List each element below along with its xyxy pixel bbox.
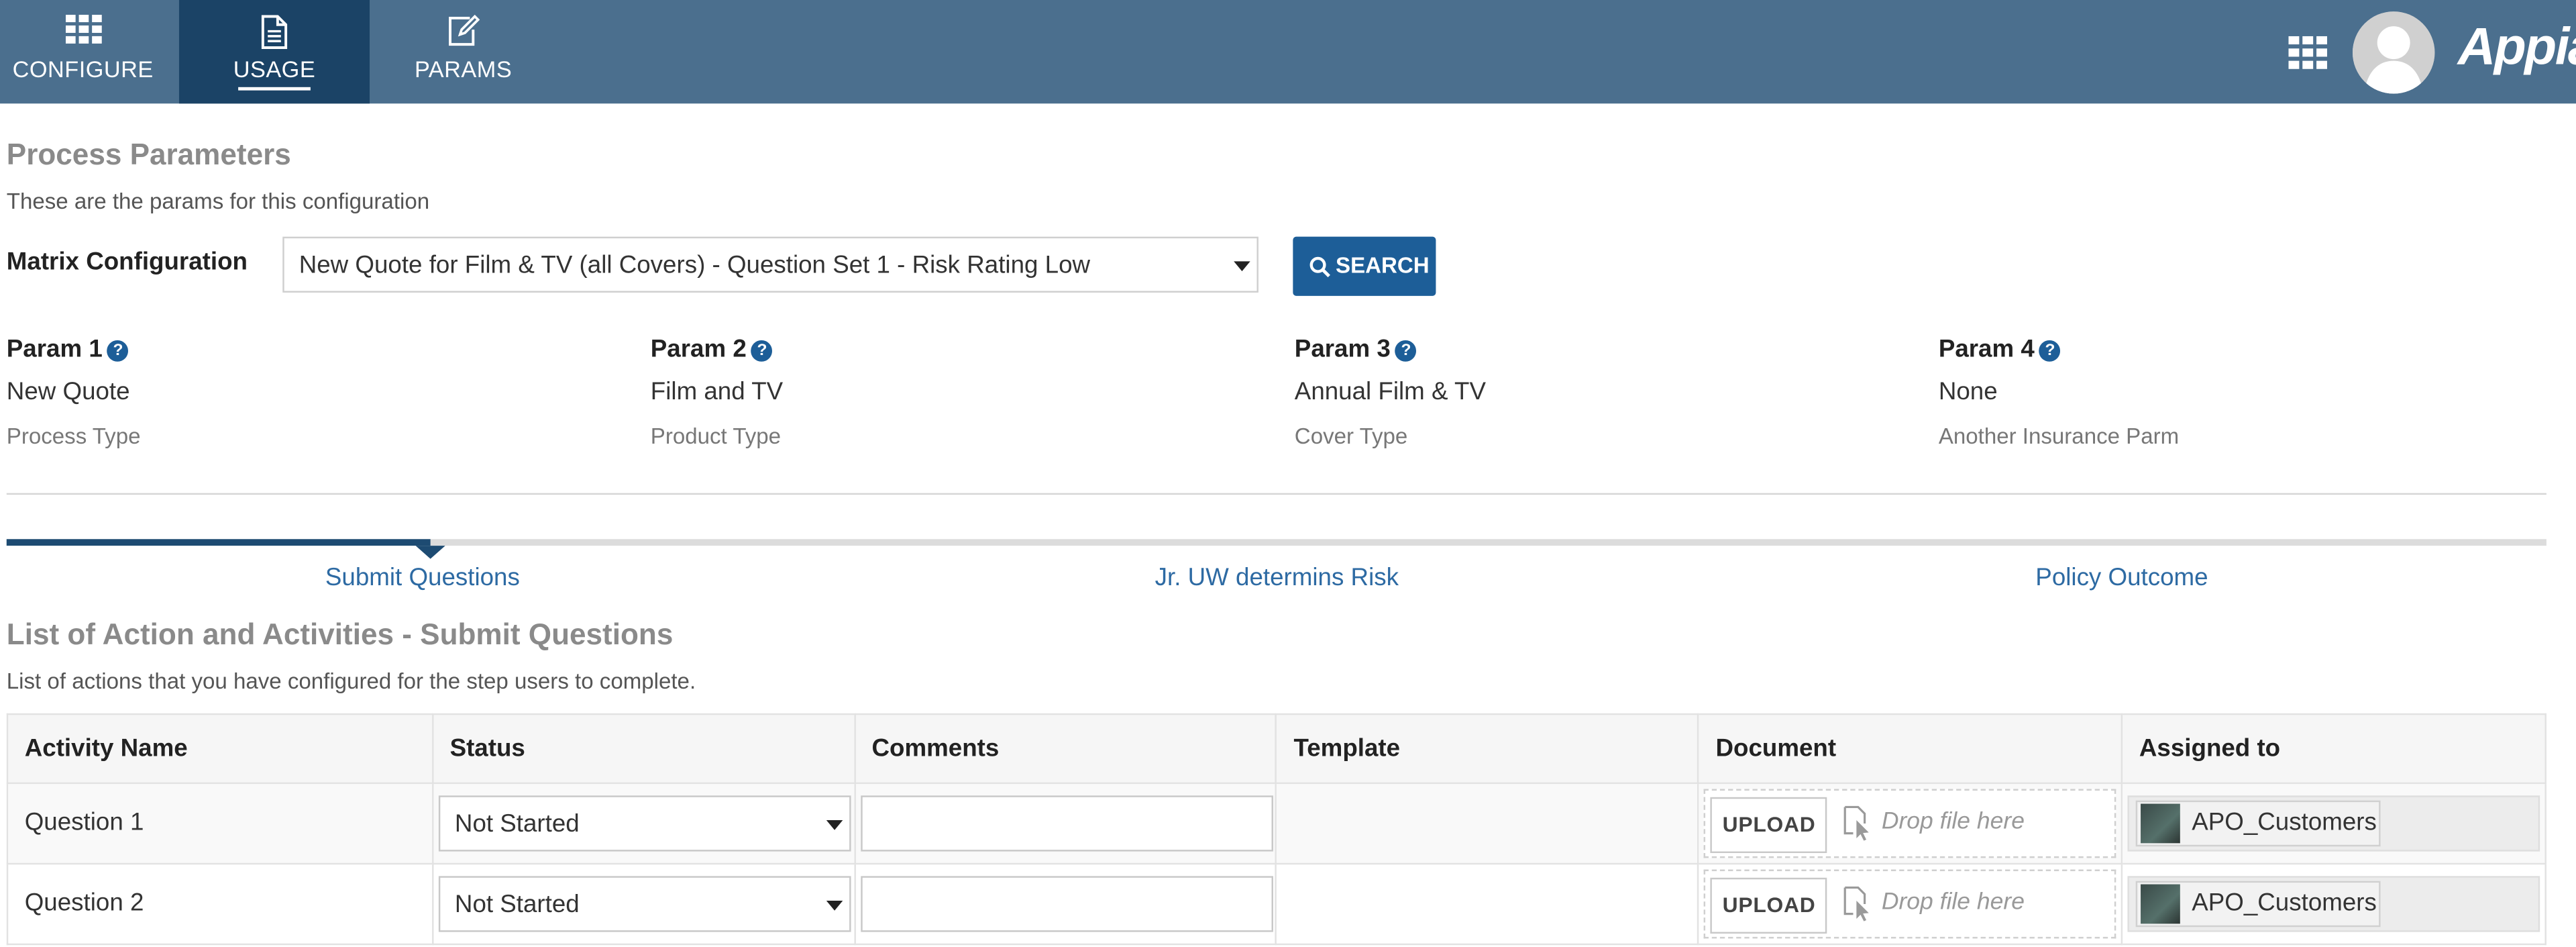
param-value: Annual Film & TV — [1294, 378, 1486, 406]
param-1: Param 1? New Quote Process Type — [6, 334, 631, 449]
tab-label: PARAMS — [414, 56, 513, 83]
chevron-down-icon — [1234, 261, 1250, 272]
divider — [6, 493, 2546, 495]
param-name: Param 4 — [1938, 335, 2035, 364]
upload-button[interactable]: UPLOAD — [1711, 797, 1828, 854]
tab-label: CONFIGURE — [12, 56, 154, 83]
group-avatar — [2141, 884, 2181, 924]
assignee-name: APO_Customers — [2192, 889, 2377, 917]
help-icon[interactable]: ? — [107, 340, 129, 362]
grid-icon — [64, 15, 101, 52]
assignee-chip[interactable]: APO_Customers — [2136, 800, 2381, 847]
milestone-step-policy-outcome[interactable]: Policy Outcome — [2035, 564, 2208, 592]
param-name: Param 2 — [650, 335, 747, 364]
table-row: Question 1 Not Started UPLOAD Drop file … — [6, 782, 2546, 865]
param-2: Param 2? Film and TV Product Type — [650, 334, 1275, 449]
assignee-chip[interactable]: APO_Customers — [2136, 881, 2381, 928]
search-icon — [1309, 256, 1331, 286]
section-subtitle: These are the params for this configurat… — [6, 189, 430, 214]
activities-grid: Activity Name Status Comments Template D… — [6, 713, 2546, 946]
assigned-to-picker[interactable]: APO_Customers — [2127, 795, 2540, 852]
group-avatar — [2141, 803, 2181, 844]
column-header-document[interactable]: Document — [1697, 713, 2123, 785]
param-value: Film and TV — [650, 378, 784, 406]
help-icon[interactable]: ? — [2039, 340, 2061, 362]
file-upload-field[interactable]: UPLOAD Drop file here — [1704, 869, 2116, 939]
tab-params[interactable]: PARAMS — [383, 0, 544, 103]
column-header-activity-name[interactable]: Activity Name — [6, 713, 434, 785]
param-description: Product Type — [650, 423, 782, 449]
param-description: Process Type — [6, 423, 141, 449]
chevron-down-icon — [826, 901, 843, 911]
top-nav-bar: CONFIGURE USAGE PARAMS Appi — [0, 0, 2576, 104]
status-dropdown[interactable]: Not Started — [438, 876, 851, 932]
search-button[interactable]: SEARCH — [1293, 236, 1436, 296]
file-upload-field[interactable]: UPLOAD Drop file here — [1704, 789, 2116, 858]
param-description: Cover Type — [1294, 423, 1408, 449]
matrix-configuration-label: Matrix Configuration — [6, 248, 248, 277]
activity-name: Question 2 — [24, 889, 144, 917]
milestone-step-submit-questions[interactable]: Submit Questions — [325, 564, 520, 592]
chevron-down-icon — [826, 820, 843, 830]
status-value: Not Started — [454, 810, 580, 838]
column-header-status[interactable]: Status — [431, 713, 856, 785]
grid-header-row: Activity Name Status Comments Template D… — [6, 713, 2546, 785]
matrix-configuration-dropdown[interactable]: New Quote for Film & TV (all Covers) - Q… — [282, 236, 1258, 293]
table-row: Question 2 Not Started UPLOAD Drop file … — [6, 862, 2546, 946]
assigned-to-picker[interactable]: APO_Customers — [2127, 876, 2540, 932]
comments-input[interactable] — [860, 795, 1273, 852]
dropdown-value: New Quote for Film & TV (all Covers) - Q… — [299, 251, 1091, 280]
param-value: New Quote — [6, 378, 130, 406]
search-button-label: SEARCH — [1336, 253, 1430, 278]
activity-name: Question 1 — [24, 808, 144, 837]
tab-configure[interactable]: CONFIGURE — [0, 0, 166, 103]
comments-input[interactable] — [860, 876, 1273, 932]
tab-usage[interactable]: USAGE — [178, 0, 370, 104]
column-header-comments[interactable]: Comments — [853, 713, 1278, 785]
milestone-progress — [6, 539, 431, 546]
help-icon[interactable]: ? — [751, 340, 773, 362]
drop-file-hint: Drop file here — [1881, 808, 2025, 836]
param-name: Param 1 — [6, 335, 103, 364]
param-4: Param 4? None Another Insurance Parm — [1938, 334, 2563, 449]
tab-label: USAGE — [233, 56, 316, 83]
status-value: Not Started — [454, 891, 580, 919]
upload-button[interactable]: UPLOAD — [1711, 877, 1828, 934]
edit-icon — [445, 14, 482, 56]
section-title: Process Parameters — [6, 138, 291, 171]
column-header-template[interactable]: Template — [1275, 713, 1699, 785]
user-avatar[interactable] — [2352, 11, 2435, 94]
activities-subtitle: List of actions that you have configured… — [6, 668, 696, 694]
param-name: Param 3 — [1294, 335, 1391, 364]
milestone-pointer — [415, 546, 445, 559]
activities-title: List of Action and Activities - Submit Q… — [6, 617, 674, 651]
help-icon[interactable]: ? — [1395, 340, 1417, 362]
drop-file-hint: Drop file here — [1881, 889, 2025, 916]
active-tab-underline — [238, 87, 311, 91]
column-header-assigned-to[interactable]: Assigned to — [2121, 713, 2546, 785]
param-3: Param 3? Annual Film & TV Cover Type — [1294, 334, 1919, 449]
assignee-name: APO_Customers — [2192, 808, 2377, 837]
milestone-step-jr-uw-determins-risk[interactable]: Jr. UW determins Risk — [1155, 564, 1399, 592]
app-launcher-icon[interactable] — [2288, 36, 2328, 77]
drop-file-icon — [1844, 805, 1874, 848]
drop-file-icon — [1844, 886, 1874, 929]
param-value: None — [1938, 378, 1998, 406]
param-description: Another Insurance Parm — [1938, 423, 2180, 449]
document-icon — [260, 15, 289, 58]
appian-logo: Appian — [2457, 16, 2576, 76]
status-dropdown[interactable]: Not Started — [438, 795, 851, 852]
